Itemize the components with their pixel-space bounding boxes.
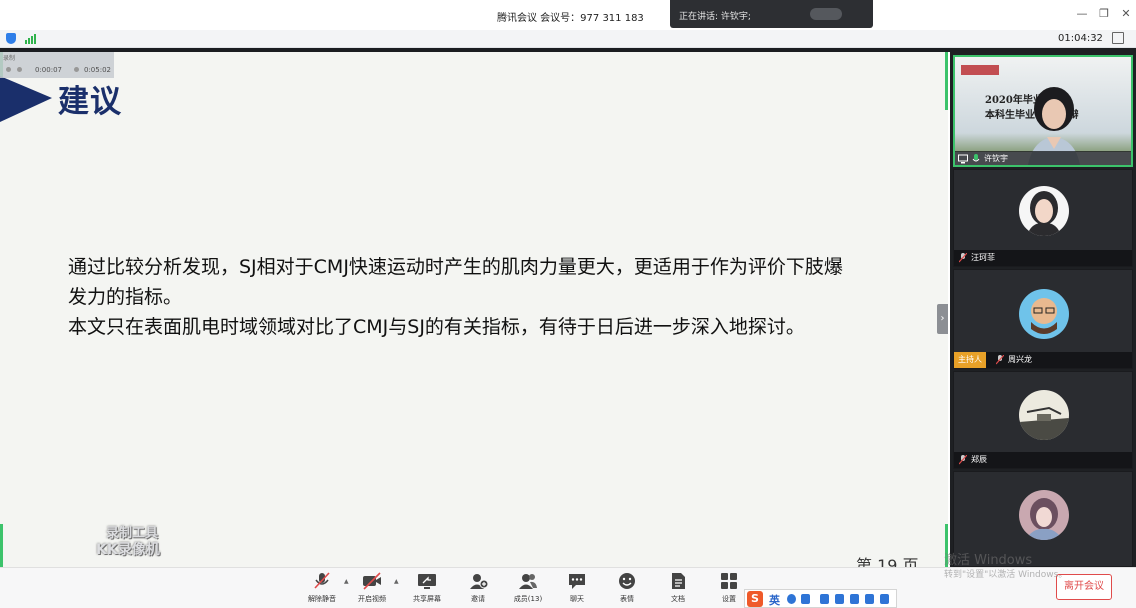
signal-icon[interactable] xyxy=(25,34,37,44)
settings-icon xyxy=(721,573,737,589)
moon-icon[interactable] xyxy=(787,594,796,604)
participant-name-bar: 郑辰 xyxy=(954,452,1132,468)
participant-name-bar: 汪珂菲 xyxy=(954,250,1132,266)
chevron-right-icon[interactable]: › xyxy=(937,304,948,334)
chat-button[interactable]: 聊天 xyxy=(555,568,599,608)
people-icon[interactable] xyxy=(850,594,859,604)
start-video-label: 开启视频 xyxy=(358,595,386,603)
avatar xyxy=(1019,390,1069,440)
start-video-button[interactable]: 开启视频 xyxy=(350,568,394,608)
slide-paragraph: 本文只在表面肌电时域领域对比了CMJ与SJ的有关指标，有待于日后进一步深入地探讨… xyxy=(68,316,805,338)
document-icon xyxy=(672,573,685,589)
document-button[interactable]: 文档 xyxy=(656,568,700,608)
restore-icon[interactable]: ❐ xyxy=(1096,6,1112,22)
university-logo xyxy=(961,65,999,75)
caret-up-icon[interactable]: ▲ xyxy=(344,578,349,585)
invite-icon xyxy=(470,574,488,589)
muted-mic-icon xyxy=(996,355,1004,365)
slide-body: 通过比较分析发现，SJ相对于CMJ快速运动时产生的肌肉力量更大，更适用于作为评价… xyxy=(68,252,858,342)
shared-screen: 建议 录制 0:00:07 0:05:02 通过比较分析发现，SJ相对于CMJ快… xyxy=(0,52,948,567)
avatar xyxy=(1019,186,1069,236)
pause-icon[interactable] xyxy=(17,67,22,72)
members-button[interactable]: 成员(13) xyxy=(506,568,550,608)
recorder-label: 录制 xyxy=(3,55,16,62)
muted-mic-icon xyxy=(314,572,330,589)
participant-name: 汪珂菲 xyxy=(971,253,995,262)
punctuation-icon[interactable] xyxy=(801,594,810,604)
speaking-label: 正在讲话: 许钦宇; xyxy=(679,12,751,22)
sogou-icon[interactable]: S xyxy=(747,591,763,607)
share-border-left-bottom xyxy=(0,524,3,567)
participant-name-bar: 主持人 周兴龙 xyxy=(954,352,1132,368)
slide-heading: 建议 xyxy=(58,84,122,120)
close-icon[interactable]: ✕ xyxy=(1118,6,1134,22)
share-screen-label: 共享屏幕 xyxy=(413,595,441,603)
muted-mic-icon xyxy=(959,455,967,465)
ime-language[interactable]: 英 xyxy=(769,592,780,608)
avatar xyxy=(1019,289,1069,339)
activate-windows-subtitle: 转到"设置"以激活 Windows。 xyxy=(944,570,1068,580)
members-label: 成员(13) xyxy=(513,595,543,603)
stop-icon[interactable] xyxy=(74,67,79,72)
speaker-avatars xyxy=(810,8,842,20)
slide-paragraph: 通过比较分析发现，SJ相对于CMJ快速运动时产生的肌肉力量更大，更适用于作为评价… xyxy=(68,256,843,308)
chat-label: 聊天 xyxy=(570,595,584,603)
participant-tile[interactable]: 郑辰 xyxy=(953,371,1133,469)
share-screen-button[interactable]: 共享屏幕 xyxy=(405,568,449,608)
caret-up-icon[interactable]: ▲ xyxy=(394,578,399,585)
members-icon xyxy=(519,574,537,589)
participant-name: 周兴龙 xyxy=(1008,355,1032,364)
shirt-icon[interactable] xyxy=(865,594,874,604)
minimize-icon[interactable]: — xyxy=(1074,6,1090,22)
emoji-icon xyxy=(619,573,635,589)
share-border-right xyxy=(945,52,948,110)
fullscreen-icon[interactable] xyxy=(1112,32,1124,44)
avatar xyxy=(1019,490,1069,540)
participant-tile[interactable]: 主持人 周兴龙 xyxy=(953,269,1133,369)
mic-icon xyxy=(972,154,980,162)
meeting-title: 腾讯会议 会议号：977 311 183 xyxy=(497,13,644,24)
meeting-window: 腾讯会议 会议号：977 311 183 正在讲话: 许钦宇; — ❐ ✕ 01… xyxy=(0,0,1136,608)
speaker-name-bar: 许钦宇 xyxy=(955,151,1131,165)
emoji-button[interactable]: 表情 xyxy=(605,568,649,608)
unmute-label: 解除静音 xyxy=(308,595,336,603)
heading-arrow-icon xyxy=(0,76,52,122)
participant-name: 郑辰 xyxy=(971,455,987,464)
activate-windows-title: 激活 Windows xyxy=(944,553,1033,568)
recorder-elapsed: 0:00:07 xyxy=(35,66,62,74)
keyboard-icon[interactable] xyxy=(835,594,844,604)
chat-icon xyxy=(569,574,585,589)
participant-tile[interactable]: 汪珂菲 xyxy=(953,169,1133,267)
share-screen-icon xyxy=(418,574,436,589)
document-label: 文档 xyxy=(671,595,685,603)
invite-label: 邀请 xyxy=(471,595,485,603)
recorder-total: 0:05:02 xyxy=(84,66,111,74)
page-number: 第 19 页 xyxy=(856,556,919,567)
speaking-indicator: 正在讲话: 许钦宇; xyxy=(670,0,873,28)
record-icon[interactable] xyxy=(6,67,11,72)
shield-icon[interactable] xyxy=(6,33,16,44)
video-off-icon xyxy=(363,572,381,590)
host-badge: 主持人 xyxy=(954,352,986,368)
invite-button[interactable]: 邀请 xyxy=(456,568,500,608)
muted-mic-icon xyxy=(959,253,967,263)
watermark-line2: KK录像机 xyxy=(96,542,160,558)
mic-icon[interactable] xyxy=(820,594,829,604)
title-bar: 腾讯会议 会议号：977 311 183 正在讲话: 许钦宇; — ❐ ✕ xyxy=(0,0,1136,30)
ime-toolbar[interactable]: S 英 xyxy=(744,589,897,608)
unmute-button[interactable]: 解除静音 xyxy=(300,568,344,608)
emoji-label: 表情 xyxy=(620,595,634,603)
speaker-name: 许钦宇 xyxy=(984,154,1008,163)
grid-icon[interactable] xyxy=(880,594,889,604)
info-bar: 01:04:32 xyxy=(0,30,1136,48)
meeting-timer: 01:04:32 xyxy=(1058,33,1103,44)
recorder-overlay[interactable]: 录制 0:00:07 0:05:02 xyxy=(0,52,114,78)
screen-icon xyxy=(958,154,968,164)
active-speaker-video[interactable]: 2020年毕业 大学 本科生毕业 线上答辩 许钦宇 xyxy=(953,55,1133,167)
